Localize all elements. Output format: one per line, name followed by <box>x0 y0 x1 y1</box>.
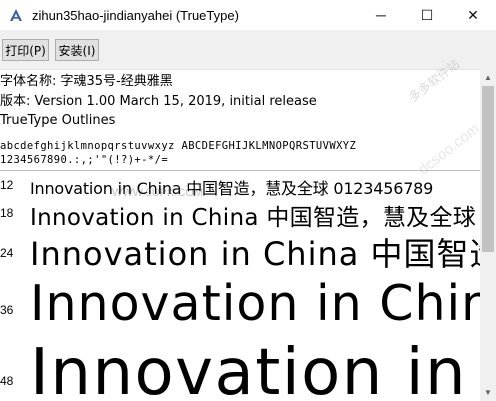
close-button[interactable]: ✕ <box>450 0 496 30</box>
charset-sample: abcdefghijklmnopqrstuvwxyz ABCDEFGHIJKLM… <box>0 139 480 167</box>
maximize-button[interactable]: ☐ <box>404 0 450 30</box>
size-label: 36 <box>0 303 14 317</box>
maximize-icon: ☐ <box>420 6 434 23</box>
minimize-button[interactable]: ─ <box>358 0 404 30</box>
sample-row-36: 36 Innovation in China <box>0 275 480 345</box>
font-outline-line: TrueType Outlines <box>0 113 116 128</box>
watermark-url: WWW.9UPK.COM <box>112 187 204 199</box>
size-label: 24 <box>0 246 14 260</box>
minimize-icon: ─ <box>376 7 386 23</box>
scroll-up-button[interactable]: ▲ <box>480 69 496 86</box>
close-icon: ✕ <box>467 6 479 23</box>
size-samples: 12 Innovation in China 中国智造，慧及全球 0123456… <box>0 171 480 401</box>
sample-row-18: 18 Innovation in China 中国智造，慧及全球 <box>0 198 480 231</box>
vertical-scrollbar[interactable]: ▲ ▼ <box>480 69 496 401</box>
size-label: 12 <box>0 178 14 192</box>
sample-row-24: 24 Innovation in China 中国智造 <box>0 229 480 275</box>
chevron-up-icon: ▲ <box>484 73 492 82</box>
sample-row-12: 12 Innovation in China 中国智造，慧及全球 0123456… <box>0 175 480 198</box>
sample-text: Innovation in China 中国智造 <box>30 235 480 273</box>
sample-text: Innovation in China 中国智造，慧及全球 <box>30 205 477 231</box>
size-label: 48 <box>0 374 14 388</box>
toolbar: 打印(P) 安装(I) <box>0 30 496 70</box>
charset-letters: abcdefghijklmnopqrstuvwxyz ABCDEFGHIJKLM… <box>0 140 357 152</box>
install-button[interactable]: 安装(I) <box>55 39 99 61</box>
scroll-down-button[interactable]: ▼ <box>480 384 496 401</box>
sample-text: Innovation in China 中国智造，慧及全球 0123456789 <box>30 179 434 198</box>
charset-digits: 1234567890.:,;'"(!?)+-*/= <box>0 154 169 166</box>
font-app-icon <box>8 7 24 23</box>
scroll-thumb[interactable] <box>482 86 494 252</box>
sample-text: Innovation in <box>30 336 468 401</box>
title-bar: zihun35hao-jindianyahei (TrueType) ─ ☐ ✕ <box>0 0 496 30</box>
print-button[interactable]: 打印(P) <box>2 39 49 61</box>
chevron-down-icon: ▼ <box>484 388 492 397</box>
sample-row-48: 48 Innovation in <box>0 336 480 401</box>
sample-text: Innovation in China <box>30 275 480 332</box>
window-title: zihun35hao-jindianyahei (TrueType) <box>32 7 239 23</box>
size-label: 18 <box>0 206 14 220</box>
